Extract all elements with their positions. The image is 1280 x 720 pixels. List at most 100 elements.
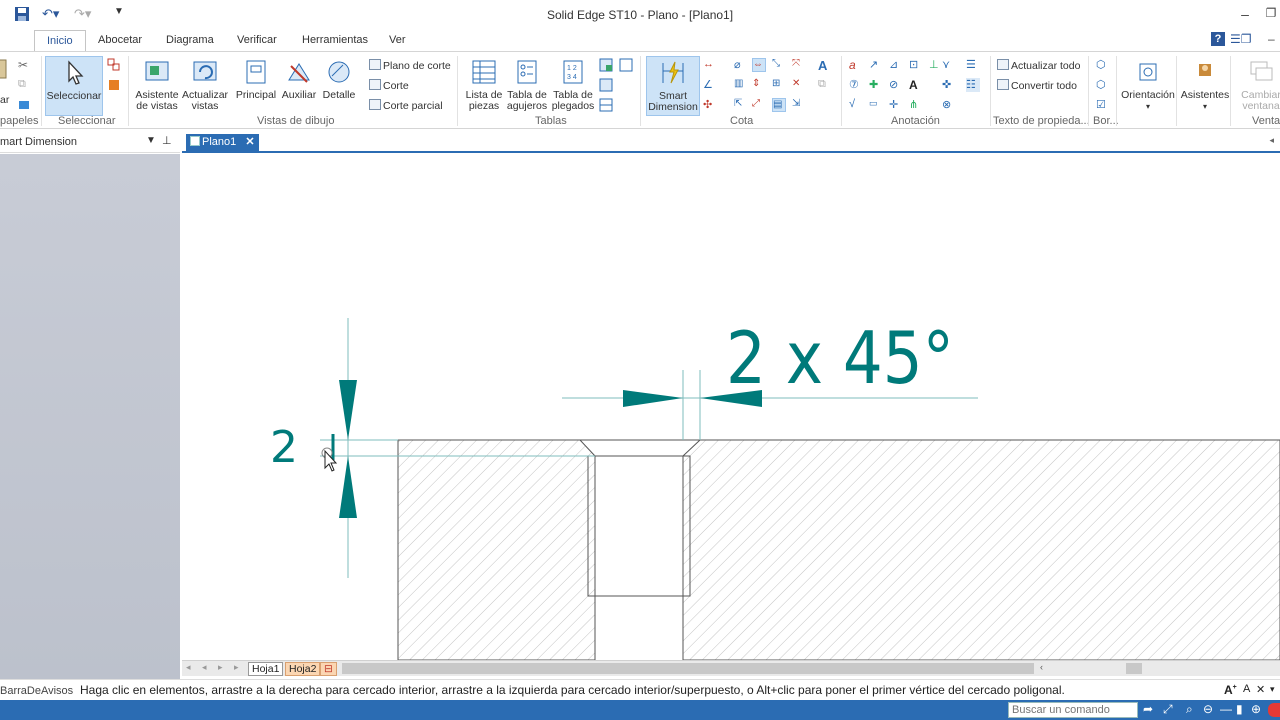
balloon-icon[interactable]: ⊿ (889, 58, 903, 72)
tab-diagrama[interactable]: Diagrama (166, 34, 214, 46)
surface-texture-icon[interactable]: ⊡ (909, 58, 923, 72)
annotation-icon-5[interactable]: ▭ (869, 98, 883, 112)
distance-between-icon[interactable]: ↔ (703, 58, 717, 72)
dimension-tool-icon-1[interactable]: ▥ (734, 78, 748, 92)
sheet-next-icon[interactable]: ▸ (218, 662, 223, 673)
chamfer-dimension-text[interactable]: 2 x 45° (726, 316, 954, 400)
record-icon[interactable] (1268, 703, 1280, 717)
table-tool-icon-4[interactable] (599, 98, 613, 112)
sheet-last-icon[interactable]: ▸ (234, 662, 239, 673)
border-icon-1[interactable]: ⬡ (1096, 58, 1110, 72)
scroll-left-icon[interactable]: ‹ (1040, 662, 1043, 672)
border-icon-3[interactable]: ☑ (1096, 98, 1110, 112)
center-mark-icon-2[interactable]: ✜ (942, 78, 956, 92)
asistente-vistas-button[interactable]: Asistente de vistas (134, 56, 180, 112)
annotation-icon-2[interactable]: ✚ (869, 78, 883, 92)
help-icon[interactable]: ? (1211, 32, 1225, 46)
coordinate-dimension-icon[interactable]: ✣ (703, 98, 717, 112)
zoom-handle-icon[interactable]: ▮ (1236, 702, 1243, 716)
window-arrange-icon[interactable]: ☰❐ (1230, 32, 1252, 46)
panel-menu-icon[interactable]: ▼ (146, 135, 156, 146)
zoom-area-icon[interactable]: ⤢ (1163, 702, 1173, 717)
sheet-first-icon[interactable]: ◂ (186, 662, 191, 673)
doc-minimize-button[interactable]: – (1268, 32, 1275, 46)
zoom-slider-icon[interactable]: — (1220, 702, 1232, 716)
font-size-icon[interactable]: A+ (1224, 683, 1237, 697)
dimension-style-icon[interactable]: A (818, 58, 832, 73)
document-tab[interactable]: Plano1 ✕ (186, 134, 259, 151)
leader-icon[interactable]: ↗ (869, 58, 883, 72)
convertir-todo-button[interactable]: Convertir todo (997, 79, 1077, 92)
table-tool-icon-1[interactable] (599, 58, 613, 72)
text-icon[interactable]: A (909, 78, 923, 92)
annotation-icon-1[interactable]: ⑦ (849, 78, 863, 92)
dimension-tool-icon-5[interactable]: ⇱ (734, 98, 748, 112)
paste-label[interactable]: ar (0, 94, 9, 106)
dimension-tool-icon-6[interactable]: ⤢ (752, 98, 766, 112)
tab-inicio[interactable]: Inicio (34, 30, 86, 52)
orientacion-button[interactable]: Orientación ▾ (1120, 56, 1176, 112)
border-icon-2[interactable]: ⬡ (1096, 78, 1110, 92)
close-status-icon[interactable]: ✕ (1256, 683, 1265, 696)
callout-icon[interactable]: a (849, 58, 863, 72)
tab-abocetar[interactable]: Abocetar (98, 34, 142, 46)
notification-bar-label[interactable]: BarraDeAvisos (0, 685, 73, 697)
annotation-icon-3[interactable]: ⊘ (889, 78, 903, 92)
pin-icon[interactable]: ⊥ (162, 134, 172, 147)
tab-ver[interactable]: Ver (389, 34, 406, 46)
center-mark-icon-1[interactable]: ⋎ (942, 58, 956, 72)
annotation-icon-7[interactable]: ⋔ (909, 98, 923, 112)
font-decrease-icon[interactable]: A (1243, 683, 1250, 695)
asistentes-button[interactable]: Asistentes ▾ (1180, 56, 1230, 112)
tab-scroll-left-icon[interactable]: ◂ (1269, 135, 1274, 146)
tab-herramientas[interactable]: Herramientas (302, 34, 368, 46)
drawing-canvas[interactable]: 2 x 45° 2 (182, 155, 1280, 660)
dimension-tool-icon-4[interactable]: ✕ (792, 78, 806, 92)
lista-piezas-button[interactable]: Lista de piezas (463, 56, 505, 112)
copy-icon[interactable]: ⧉ (18, 78, 32, 92)
smart-dimension-button[interactable]: Smart Dimension (646, 56, 700, 116)
table-tool-icon-3[interactable] (599, 78, 613, 92)
plano-corte-button[interactable]: Plano de corte (369, 59, 451, 72)
add-sheet-icon[interactable]: ⊟ (320, 662, 337, 676)
sheet-tab-hoja1[interactable]: Hoja1 (248, 662, 284, 676)
horizontal-scroll-thumb[interactable] (342, 663, 1034, 674)
zoom-icon[interactable]: ⌕ (1186, 702, 1193, 717)
symmetric-diameter-icon[interactable]: ⌀ (734, 58, 748, 72)
dimension-tool-icon-8[interactable]: ⇲ (792, 98, 806, 112)
angle-between-icon[interactable]: ∠ (703, 78, 717, 92)
annotation-icon-6[interactable]: ✛ (889, 98, 903, 112)
restore-button[interactable]: ❐ (1262, 6, 1280, 20)
minimize-button[interactable]: – (1236, 6, 1254, 22)
scroll-right-thumb[interactable] (1126, 663, 1142, 674)
chamfer-dimension-icon[interactable]: ⇔ (752, 58, 766, 72)
sheet-tab-hoja2[interactable]: Hoja2 (285, 662, 321, 676)
weld-symbol-icon[interactable]: ⊥ (929, 58, 943, 72)
drawing-svg[interactable]: 2 x 45° 2 (182, 155, 1280, 660)
command-go-icon[interactable]: ➦ (1143, 702, 1153, 716)
tabla-agujeros-button[interactable]: Tabla de agujeros (505, 56, 549, 112)
list-tool-icon-2[interactable]: ☷ (966, 78, 980, 92)
dimension-tool-icon-7[interactable]: ▤ (772, 98, 786, 112)
select-filter-icon[interactable] (107, 58, 121, 72)
format-painter-icon[interactable] (18, 98, 32, 112)
detalle-button[interactable]: Detalle (320, 56, 358, 101)
seleccionar-button[interactable]: Seleccionar (45, 56, 103, 116)
copy-attributes-icon[interactable]: ⧉ (818, 78, 832, 92)
actualizar-vistas-button[interactable]: Actualizar vistas (181, 56, 229, 112)
zoom-in-icon[interactable]: ⊕ (1251, 702, 1261, 716)
angular-coordinate-icon[interactable]: ⤡ (772, 58, 786, 72)
tabla-plegados-button[interactable]: 1 23 4 Tabla de plegados (550, 56, 596, 112)
dimension-tool-icon-3[interactable]: ⊞ (772, 78, 786, 92)
actualizar-todo-button[interactable]: Actualizar todo (997, 59, 1080, 72)
close-tab-icon[interactable]: ✕ (245, 136, 254, 148)
zoom-out-icon[interactable]: ⊖ (1203, 702, 1213, 716)
center-mark-icon-3[interactable]: ⊗ (942, 98, 956, 112)
corte-parcial-button[interactable]: Corte parcial (369, 99, 443, 112)
paste-icon[interactable] (0, 58, 10, 79)
principal-button[interactable]: Principal (234, 56, 278, 101)
vertical-dimension-text[interactable]: 2 (270, 422, 298, 473)
list-tool-icon-1[interactable]: ☰ (966, 58, 980, 72)
select-tools-icon[interactable] (107, 78, 121, 92)
dimension-tool-icon-2[interactable]: ⇕ (752, 78, 766, 92)
